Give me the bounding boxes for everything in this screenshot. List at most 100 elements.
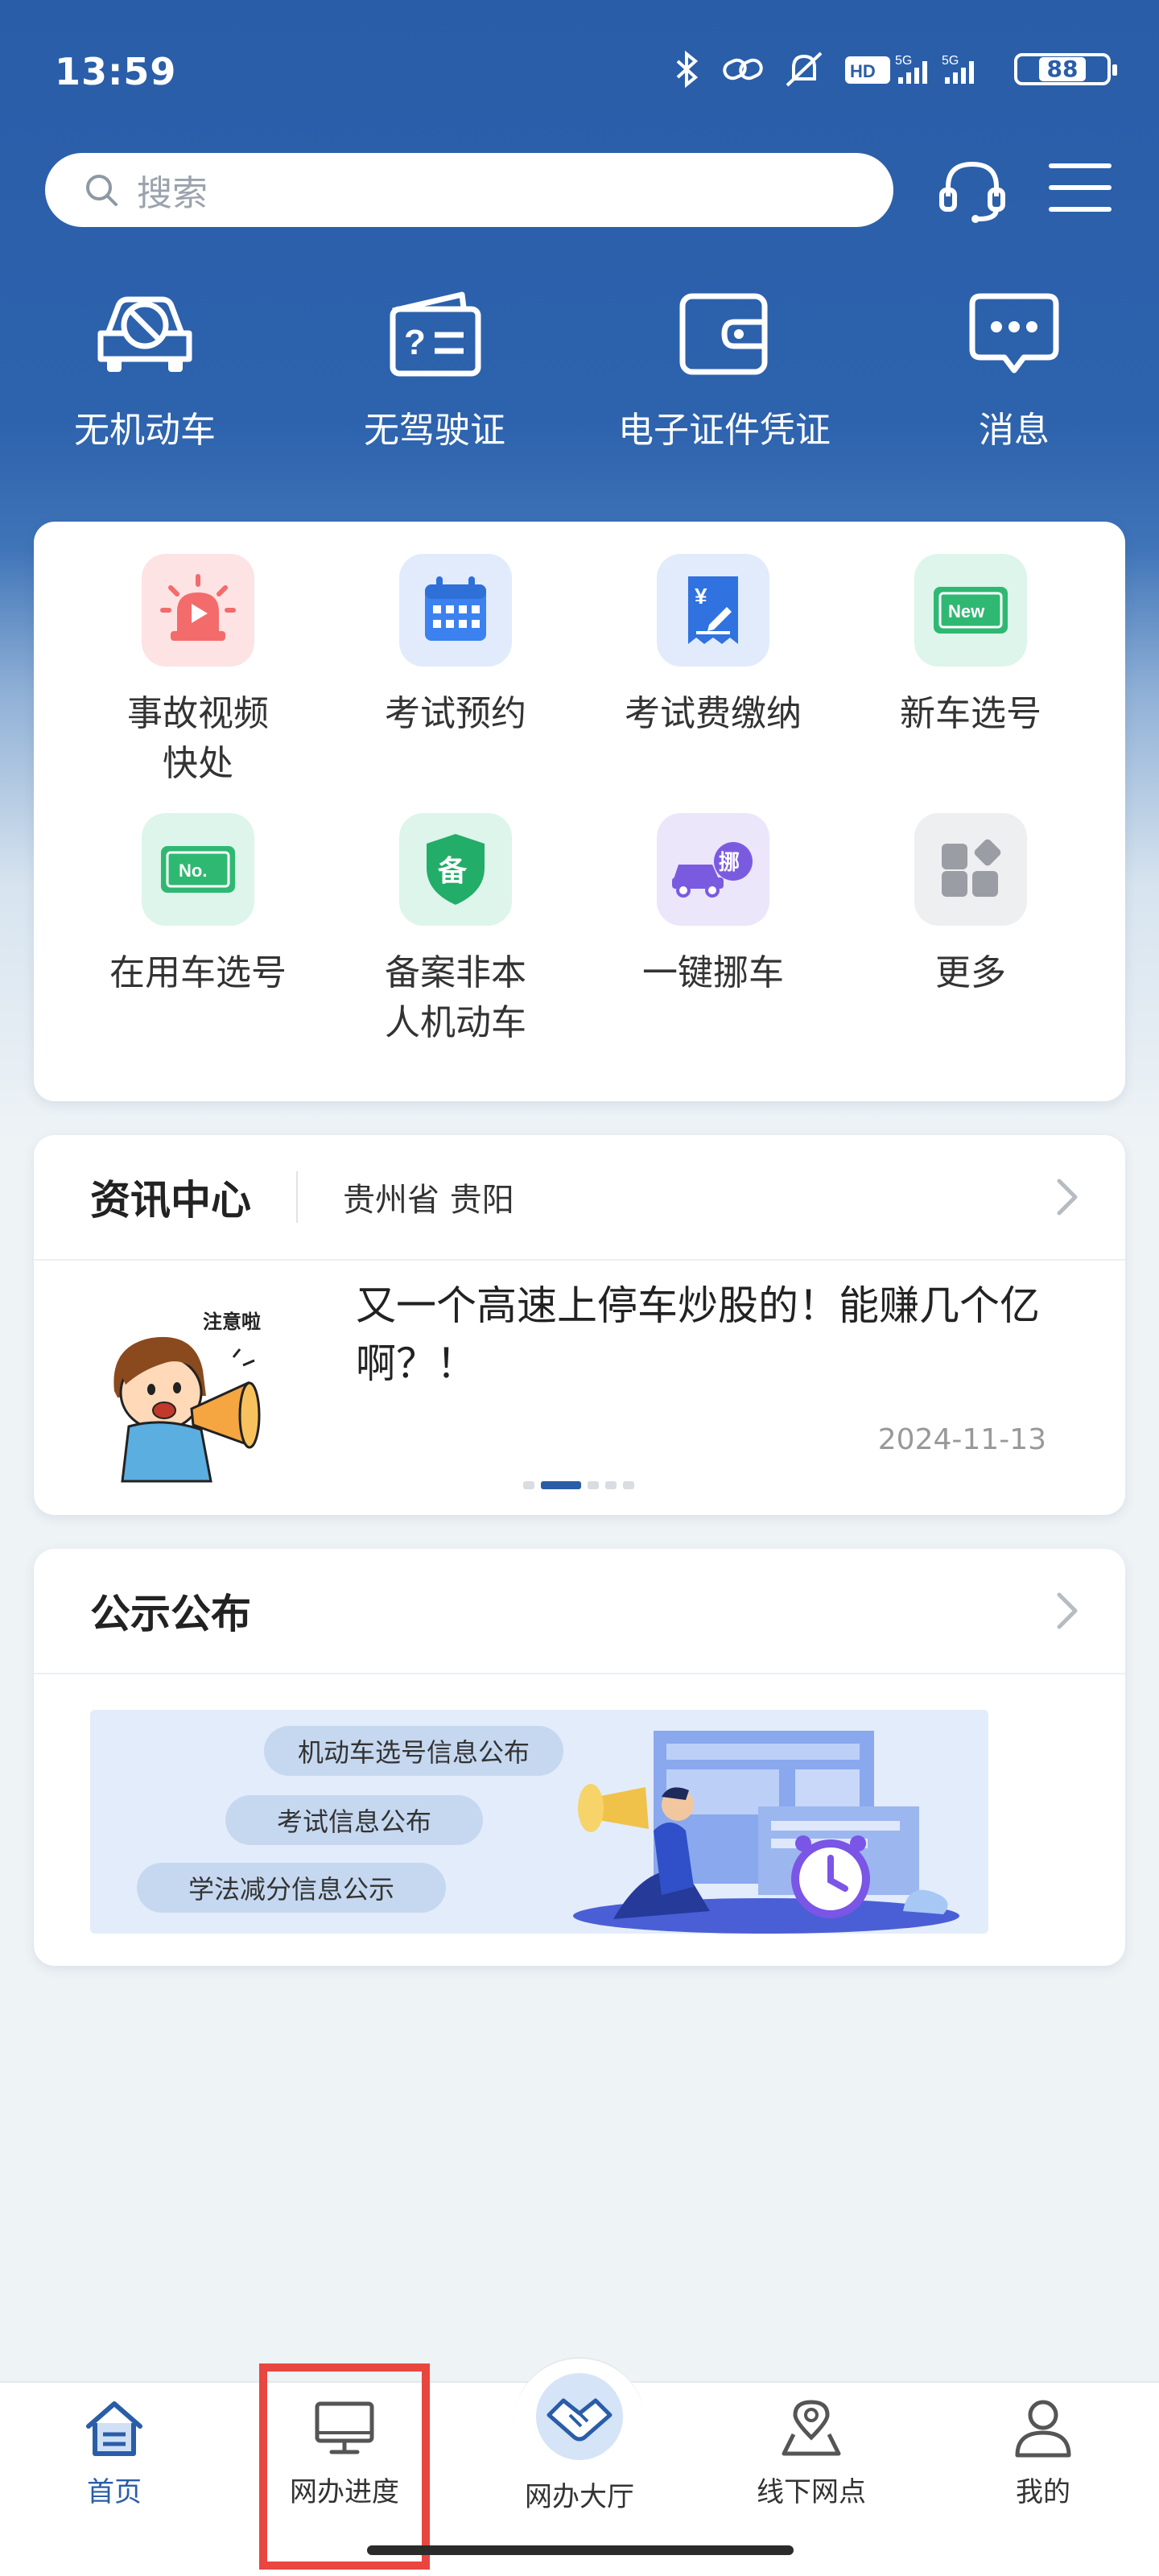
caption-text: 注意啦 [203,1311,261,1333]
news-header[interactable]: 资讯中心 贵州省 贵阳 [34,1135,1125,1261]
quick-no-car[interactable]: 无机动车 [0,290,290,452]
carousel-dot [605,1481,617,1489]
quick-messages[interactable]: 消息 [869,290,1159,452]
search-placeholder: 搜索 [137,173,208,214]
search-icon [86,175,118,206]
home-indicator[interactable] [367,2545,794,2555]
tab-label: 我的 [1016,2476,1070,2508]
notice-card: 公示公布 机动车选号信息公布 考试信息公布 学法减分信息公示 [34,1549,1125,1966]
service-label: 一键挪车 [642,952,784,993]
notice-pill-exam[interactable]: 考试信息公布 [225,1795,483,1845]
service-more[interactable]: 更多 [842,813,1099,1048]
tab-label: 首页 [87,2476,142,2508]
menu-icon [1049,163,1112,212]
service-exam-booking[interactable]: 考试预约 [327,554,584,789]
svg-text:HD: HD [850,61,876,81]
receipt-icon: ¥ [657,554,769,667]
tab-home[interactable]: 首页 [26,2397,203,2509]
mute-icon [786,52,823,87]
quick-label: 电子证件凭证 [618,410,831,451]
service-inuse-plate[interactable]: No. 在用车选号 [69,813,327,1048]
notice-pill-points[interactable]: 学法减分信息公示 [137,1863,446,1913]
service-label: 新车选号 [900,693,1041,734]
battery-level: 88 [1038,57,1087,81]
quick-e-certificate[interactable]: 电子证件凭证 [580,290,869,452]
region-selector[interactable]: 贵州省 贵阳 [343,1174,514,1220]
quick-label: 无机动车 [74,410,216,451]
service-exam-fee[interactable]: ¥ 考试费缴纳 [584,554,842,789]
move-car-icon: 挪 [657,813,769,926]
no-car-icon [97,296,192,372]
quick-no-license[interactable]: ? 无驾驶证 [290,290,580,452]
service-move-car[interactable]: 挪 一键挪车 [584,813,842,1048]
customer-service-button[interactable] [935,153,1009,230]
svg-text:5G: 5G [895,54,912,68]
wallet-icon [679,293,768,375]
svg-text:New: New [948,601,985,621]
tab-mine[interactable]: 我的 [955,2397,1132,2509]
carousel-dot [623,1481,634,1489]
tab-online-hall[interactable]: 网办大厅 [491,2373,668,2514]
headset-icon [939,161,1005,223]
megaphone-illustration [573,1731,959,1934]
service-label: 考试预约 [385,693,526,734]
map-pin-icon [782,2400,841,2456]
quick-label: 消息 [979,410,1050,451]
menu-button[interactable] [1048,159,1112,219]
chevron-right-icon [1057,1592,1078,1629]
calendar-icon [399,554,512,667]
carousel-dot [588,1481,599,1489]
tab-offline-outlets[interactable]: 线下网点 [723,2397,900,2509]
svg-text:¥: ¥ [695,584,707,609]
service-label: 更多 [935,952,1006,993]
more-grid-icon [914,813,1027,926]
notice-header[interactable]: 公示公布 [34,1549,1125,1674]
service-label: 事故视频 快处 [127,693,269,784]
service-grid: 事故视频 快处 考试预约 ¥ 考试费缴纳 New 新车选号 No. 在用车选号 [34,554,1125,1048]
user-icon [1015,2400,1071,2458]
notice-pill-plate[interactable]: 机动车选号信息公布 [264,1726,563,1776]
news-headline[interactable]: 又一个高速上停车炒股的！能赚几个亿啊？！ [356,1277,1080,1393]
quick-label: 无驾驶证 [364,410,505,451]
status-icons: HD 5G 5G 88 [671,50,1117,89]
highlight-annotation [259,2363,430,2570]
service-label: 在用车选号 [109,952,287,993]
hd-signal-icon: HD 5G 5G [845,54,974,84]
service-label: 备案非本 人机动车 [385,952,526,1043]
news-section-title: 资讯中心 [90,1177,251,1224]
svg-text:5G: 5G [942,54,959,68]
status-time: 13:59 [55,50,177,93]
alarm-light-icon [142,554,254,667]
carousel-dot [523,1481,534,1489]
notice-section-title: 公示公布 [90,1591,251,1637]
divider [296,1171,298,1223]
news-date: 2024-11-13 [877,1423,1046,1456]
message-icon [969,293,1059,374]
news-thumbnail[interactable]: 注意啦 [90,1296,283,1489]
carousel-indicator [523,1481,634,1489]
svg-text:No.: No. [179,861,207,881]
news-card: 资讯中心 贵州省 贵阳 注意啦 又一个高速上停车炒股的！能赚几个亿啊？！ 202… [34,1135,1125,1515]
svg-text:挪: 挪 [719,851,740,875]
service-accident-video[interactable]: 事故视频 快处 [69,554,327,789]
plate-no-icon: No. [142,813,254,926]
svg-text:?: ? [404,323,426,362]
service-label: 考试费缴纳 [625,693,802,734]
no-license-icon: ? [390,291,481,377]
notice-banner[interactable]: 机动车选号信息公布 考试信息公布 学法减分信息公示 [90,1710,988,1934]
service-card: 事故视频 快处 考试预约 ¥ 考试费缴纳 New 新车选号 No. 在用车选号 [34,522,1125,1101]
service-new-car-plate[interactable]: New 新车选号 [842,554,1099,789]
search-input[interactable]: 搜索 [45,153,893,227]
service-register-other-vehicle[interactable]: 备 备案非本 人机动车 [327,813,584,1048]
carousel-dot-active [541,1481,581,1489]
status-bar: 13:59 HD 5G 5G 88 [0,0,1159,153]
quick-actions: 无机动车 ? 无驾驶证 电子证件凭证 消息 [0,290,1159,452]
home-icon [86,2401,142,2456]
tab-label: 线下网点 [757,2476,866,2508]
shield-icon: 备 [399,813,512,926]
bluetooth-icon [676,50,699,89]
battery-indicator: 88 [1014,53,1117,85]
svg-text:备: 备 [438,855,468,888]
handshake-icon [536,2373,623,2460]
chevron-right-icon [1057,1179,1078,1216]
